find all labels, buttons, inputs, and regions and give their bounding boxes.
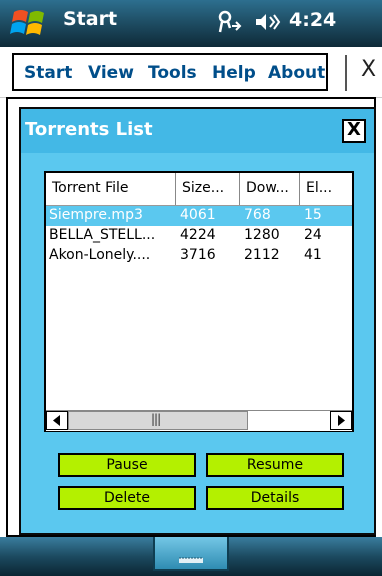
arrow-left-icon [53,415,60,426]
menu-view[interactable]: View [88,63,134,83]
cell-file: Siempre.mp3 [49,207,143,223]
pause-button[interactable]: Pause [58,453,196,477]
app-title[interactable]: Start [63,8,117,30]
cell-file: BELLA_STELL... [49,227,156,243]
scroll-right-button[interactable] [330,411,352,430]
torrents-panel: Torrents List X Torrent File Size... Dow… [19,107,376,535]
table-row[interactable]: BELLA_STELL... 4224 1280 24 [46,226,352,246]
horizontal-scrollbar[interactable]: ||| [46,410,352,431]
menu-about[interactable]: About [268,63,325,83]
cell-elapsed: 24 [304,227,322,243]
grip-icon: ||| [151,412,161,426]
column-header-elapsed[interactable]: El... [300,173,352,205]
window-title-bar: Torrents List X [21,109,374,153]
soft-key-bar [0,537,382,576]
scrollbar-thumb[interactable]: ||| [68,411,248,430]
column-header-downloaded[interactable]: Dow... [240,173,300,205]
list-header: Torrent File Size... Dow... El... [46,173,352,206]
cell-downloaded: 2112 [244,247,280,263]
windows-flag-icon[interactable] [10,6,50,40]
menu-separator [345,55,347,91]
torrents-listview[interactable]: Torrent File Size... Dow... El... Siempr… [44,171,354,432]
menubar-close-button[interactable]: X [361,57,376,82]
menu-bar: Start View Tools Help About X [0,47,382,98]
scroll-left-button[interactable] [46,411,68,430]
cell-downloaded: 1280 [244,227,280,243]
table-row[interactable]: Akon-Lonely.... 3716 2112 41 [46,246,352,266]
cell-elapsed: 15 [304,207,322,223]
menu-start[interactable]: Start [24,63,72,83]
keyboard-icon [179,557,203,563]
cell-file: Akon-Lonely.... [49,247,151,263]
title-bar: Start 4:24 [0,0,382,47]
window-close-button[interactable]: X [342,119,366,143]
volume-icon[interactable] [254,11,282,33]
clock[interactable]: 4:24 [289,9,336,31]
cell-size: 4224 [180,227,216,243]
menu-help[interactable]: Help [212,63,256,83]
column-header-size[interactable]: Size... [176,173,240,205]
resume-button[interactable]: Resume [206,453,344,477]
cell-downloaded: 768 [244,207,271,223]
delete-button[interactable]: Delete [58,486,196,510]
connectivity-icon[interactable] [216,10,242,34]
menu-tools[interactable]: Tools [148,63,197,83]
details-button[interactable]: Details [206,486,344,510]
keyboard-button[interactable] [153,537,229,571]
cell-elapsed: 41 [304,247,322,263]
arrow-right-icon [338,415,345,426]
cell-size: 3716 [180,247,216,263]
menu-container: Start View Tools Help About [12,53,328,91]
table-row[interactable]: Siempre.mp3 4061 768 15 [46,206,352,226]
window-title: Torrents List [25,119,153,140]
cell-size: 4061 [180,207,216,223]
torrents-window: Torrents List X Torrent File Size... Dow… [6,97,376,537]
column-header-torrent-file[interactable]: Torrent File [46,173,176,205]
